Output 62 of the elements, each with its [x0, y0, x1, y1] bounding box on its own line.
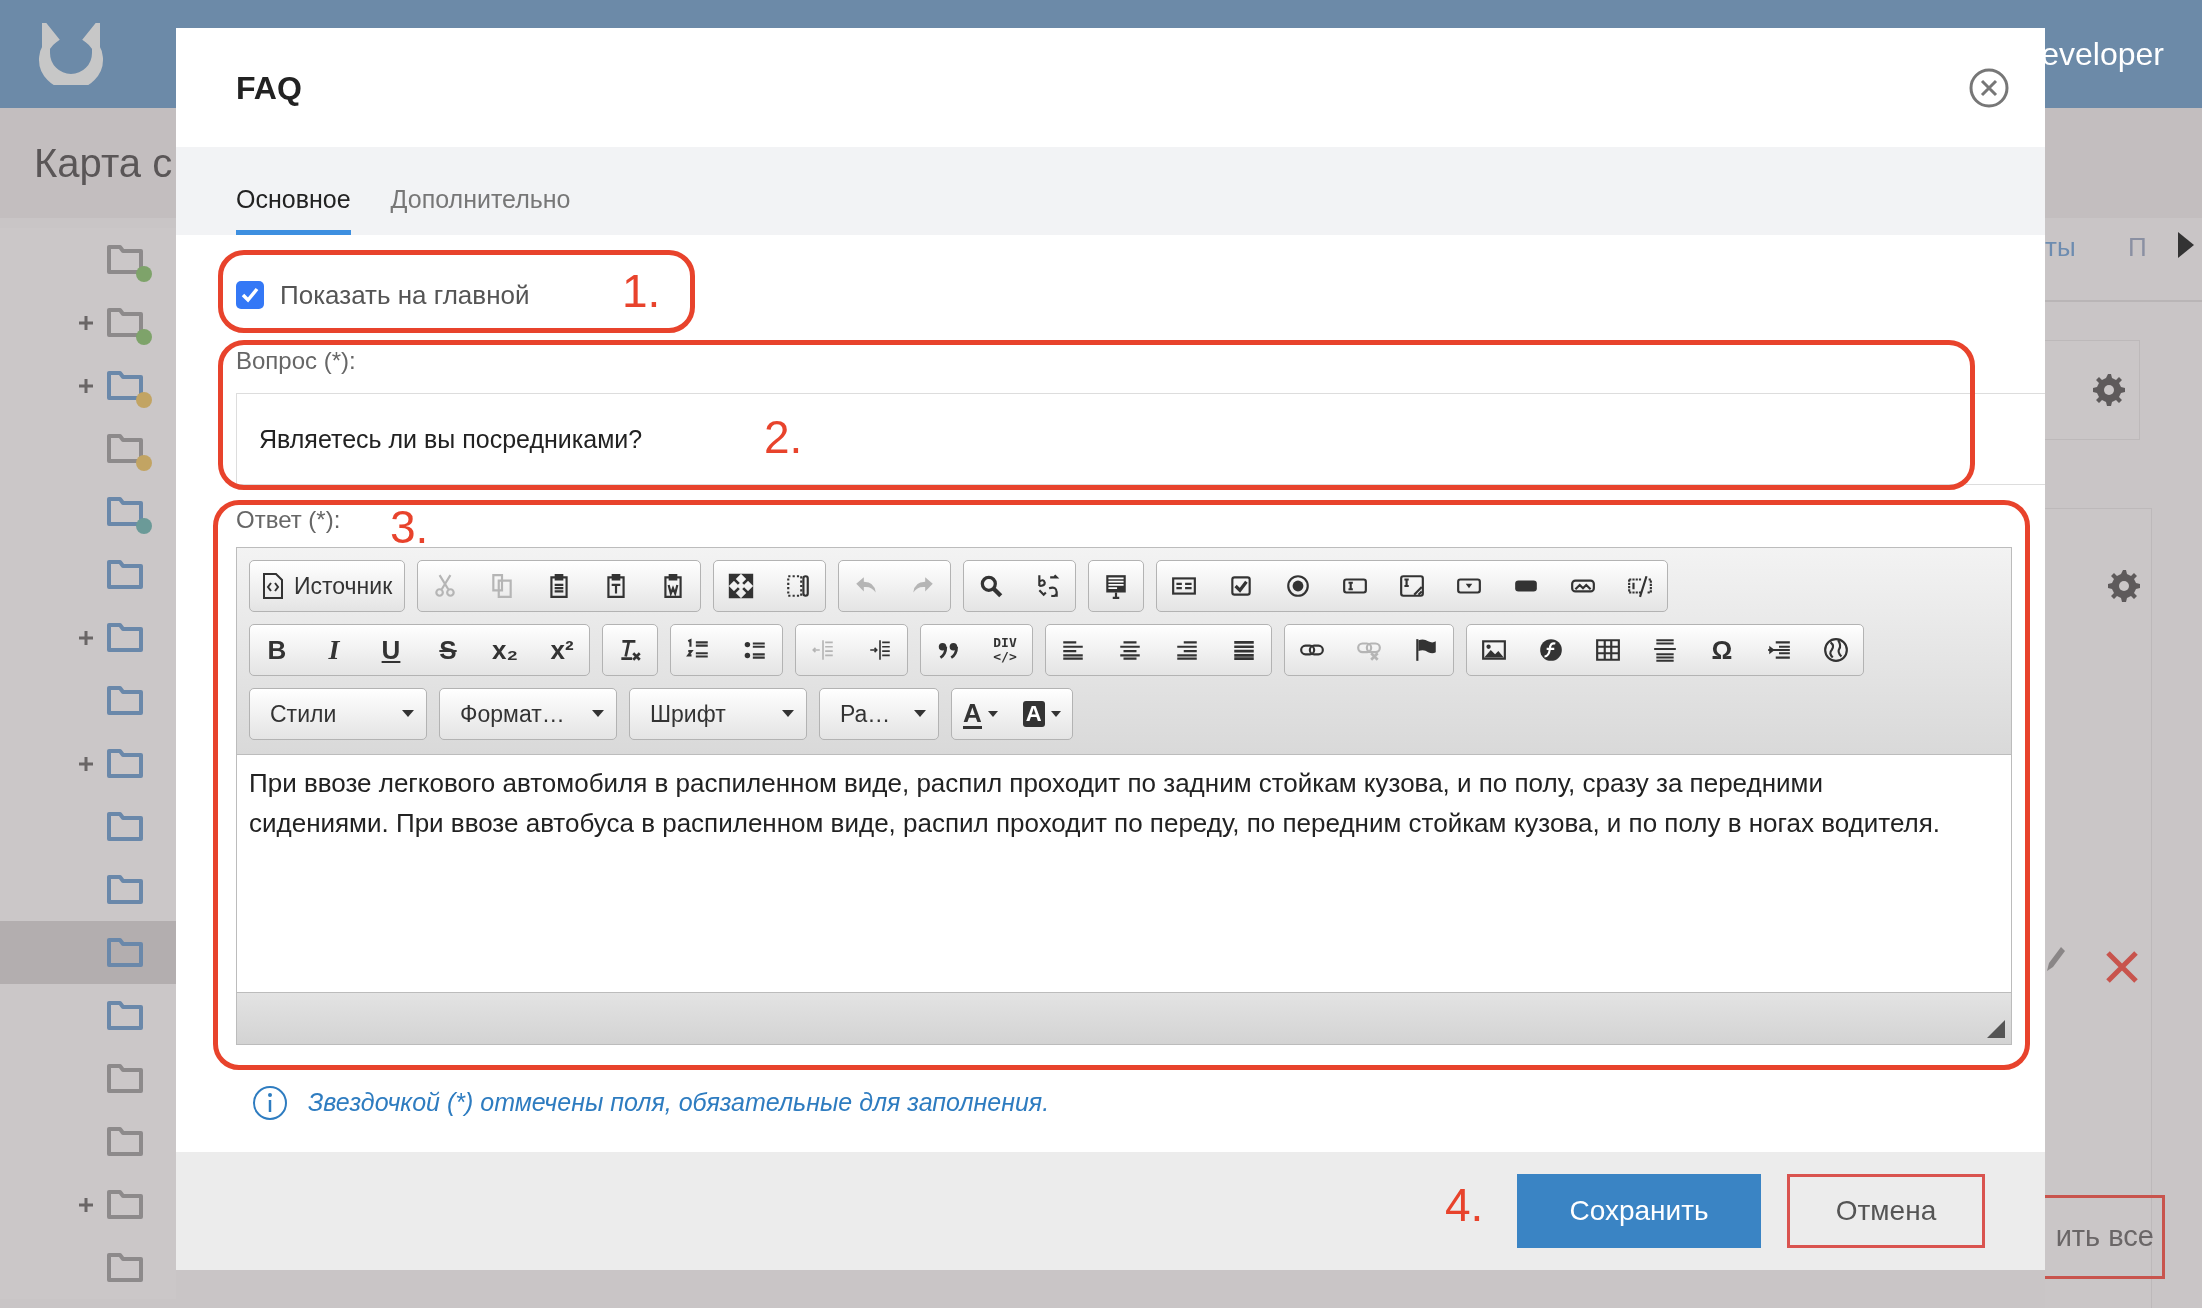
caret-icon — [987, 711, 998, 717]
settings-icon[interactable] — [2092, 372, 2128, 408]
source-button[interactable]: Источник — [249, 560, 406, 612]
background-color-button[interactable]: A — [1018, 694, 1065, 734]
required-fields-note: Звездочкой (*) отмечены поля, обязательные для заполнения. — [308, 1087, 1050, 1119]
page-title: Карта с — [34, 140, 173, 187]
annotation-number: 4. — [1445, 1178, 1484, 1232]
caret-icon — [914, 710, 926, 718]
checkbox[interactable] — [236, 281, 264, 309]
annotation-number: 3. — [390, 500, 429, 554]
checkbox-label: Показать на главной — [280, 278, 530, 312]
image-icon — [1481, 637, 1507, 663]
flag-icon — [1413, 637, 1439, 663]
maximize-icon — [728, 573, 755, 599]
dropdown[interactable]: Ра… — [819, 688, 939, 740]
expand-icon[interactable] — [78, 314, 94, 331]
radio-icon — [1285, 573, 1312, 599]
dropdown[interactable]: Стили — [249, 688, 427, 740]
caret-icon — [782, 710, 794, 718]
toolbar-button[interactable]: B — [257, 630, 297, 670]
expand-icon[interactable] — [78, 629, 94, 646]
caret-icon — [402, 710, 414, 718]
expand-icon[interactable] — [78, 755, 94, 772]
toolbar-button[interactable]: DIV </> — [985, 630, 1025, 670]
annotation-number: 1. — [622, 264, 661, 318]
dialog-tab[interactable]: Дополнительно — [390, 169, 571, 235]
next-arrow-icon[interactable] — [2178, 232, 2194, 258]
dropdown[interactable]: Шрифт — [629, 688, 807, 740]
save-button[interactable]: Сохранить — [1517, 1174, 1761, 1248]
check-icon — [240, 285, 260, 305]
caret-icon — [1050, 711, 1061, 717]
annotation-number: 2. — [764, 410, 803, 464]
dialog-tab[interactable]: Основное — [236, 169, 351, 235]
outdent-icon — [810, 637, 836, 663]
toolbar-button[interactable]: I — [314, 630, 354, 670]
text-area-icon — [1399, 573, 1426, 599]
delete-icon[interactable] — [2105, 950, 2139, 984]
field-label: Ответ (*): — [236, 505, 341, 535]
toolbar-button[interactable]: x² — [542, 630, 582, 670]
indent-icon — [867, 637, 893, 663]
caret-icon — [592, 710, 604, 718]
toolbar-button[interactable]: x₂ — [485, 630, 525, 670]
toolbar-button[interactable]: S — [428, 630, 468, 670]
field-label: Вопрос (*): — [236, 346, 356, 376]
settings-icon[interactable] — [2107, 568, 2143, 604]
dialog-title: FAQ — [236, 68, 302, 108]
dotted-frame-icon — [785, 573, 812, 599]
user-name: eveloper — [2041, 35, 2164, 74]
horizontal-rule-icon — [1652, 637, 1678, 663]
table-icon — [1595, 637, 1621, 663]
source-code-icon — [262, 573, 284, 599]
text-color-button[interactable]: A — [959, 694, 1002, 734]
expand-icon[interactable] — [78, 377, 94, 394]
toolbar-button[interactable]: U — [371, 630, 411, 670]
dropdown[interactable]: Формат… — [439, 688, 617, 740]
info-icon — [252, 1085, 288, 1121]
resize-handle-icon[interactable] — [1987, 1020, 2005, 1038]
search-icon — [978, 573, 1005, 599]
flash-icon — [1538, 637, 1564, 663]
expand-icon[interactable] — [78, 1196, 94, 1213]
cancel-button[interactable]: Отмена — [1787, 1174, 1985, 1248]
toolbar-button[interactable]: Ω — [1702, 630, 1742, 670]
